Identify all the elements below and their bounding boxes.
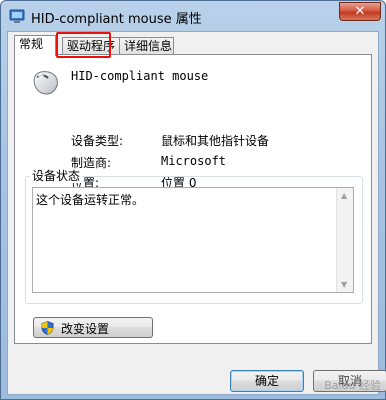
device-status-text: 这个设备运转正常。 bbox=[36, 193, 145, 207]
change-settings-button[interactable]: 改变设置 bbox=[33, 317, 153, 338]
device-status-textbox[interactable]: 这个设备运转正常。 ▲ ▼ bbox=[32, 187, 354, 293]
close-button[interactable]: ✕ bbox=[339, 2, 381, 21]
tab-general[interactable]: 常规 bbox=[14, 35, 56, 56]
device-manager-icon bbox=[9, 9, 25, 23]
title-bar[interactable]: HID-compliant mouse 属性 ✕ bbox=[1, 1, 385, 31]
device-status-group: 设备状态 这个设备运转正常。 ▲ ▼ bbox=[25, 169, 363, 304]
window-title: HID-compliant mouse 属性 bbox=[31, 12, 202, 27]
property-label: 设备类型: bbox=[71, 134, 124, 148]
property-value: Microsoft bbox=[161, 154, 227, 168]
dialog-client: 常规 驱动程序 详细信息 HID-compliant mouse 设备类型: 鼠 bbox=[7, 31, 386, 395]
mouse-icon bbox=[33, 71, 58, 95]
watermark: Baidu 经验 bbox=[324, 379, 381, 392]
scroll-down-icon[interactable]: ▼ bbox=[341, 280, 347, 289]
general-panel: HID-compliant mouse 设备类型: 鼠标和其他指针设备 制造商:… bbox=[14, 54, 372, 344]
device-status-label: 设备状态 bbox=[30, 169, 83, 183]
status-scrollbar[interactable]: ▲ ▼ bbox=[336, 188, 353, 292]
change-settings-label: 改变设置 bbox=[61, 322, 110, 336]
uac-shield-icon bbox=[41, 321, 54, 335]
device-name: HID-compliant mouse bbox=[71, 69, 209, 83]
tab-highlight-annotation bbox=[56, 32, 111, 58]
tab-details[interactable]: 详细信息 bbox=[119, 37, 174, 55]
ok-button[interactable]: 确定 bbox=[230, 370, 304, 392]
scroll-up-icon[interactable]: ▲ bbox=[341, 191, 347, 200]
property-value: 鼠标和其他指针设备 bbox=[161, 134, 270, 148]
properties-window: HID-compliant mouse 属性 ✕ 常规 驱动程序 详细信息 HI… bbox=[0, 0, 386, 400]
